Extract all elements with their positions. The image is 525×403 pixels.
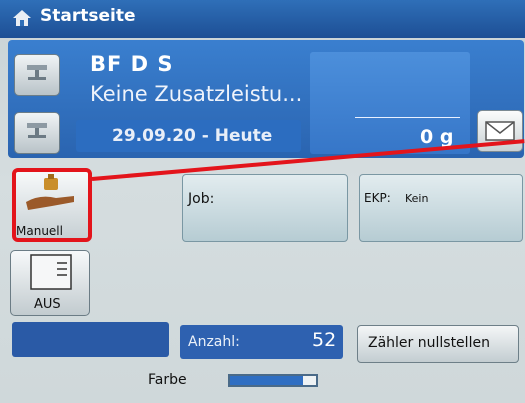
device-screen: Startseite BF D S Keine Zusatzleistu... …: [0, 0, 525, 403]
ekp-value: Kein: [405, 192, 429, 205]
count-value: 52: [312, 329, 337, 351]
manual-mode-label: Manuell: [16, 224, 63, 238]
product-code: BF D S: [90, 52, 174, 76]
date-range: 29.09.20 - Heute: [112, 126, 273, 146]
count-label: Anzahl:: [188, 334, 240, 350]
postal-scale-button[interactable]: [14, 54, 60, 96]
weight-divider: [355, 117, 460, 118]
weigh-settings-button[interactable]: [14, 112, 60, 154]
title-bar: Startseite: [0, 0, 525, 38]
page-title: Startseite: [40, 6, 136, 26]
off-label: AUS: [34, 297, 61, 312]
job-tile[interactable]: [182, 174, 348, 242]
empty-field: [12, 322, 169, 357]
service-text: Keine Zusatzleistu...: [90, 82, 303, 106]
reset-counter-label: Zähler nullstellen: [368, 335, 490, 351]
ekp-tile[interactable]: [359, 174, 523, 242]
ink-level-fill: [230, 376, 303, 385]
ink-label: Farbe: [148, 372, 187, 388]
hand-weight-icon: [26, 174, 74, 210]
job-label: Job:: [188, 191, 215, 207]
ekp-label: EKP:: [364, 191, 391, 205]
scale-icon: [27, 123, 47, 138]
home-icon[interactable]: [12, 8, 32, 28]
scale-icon: [27, 65, 47, 80]
list-icon: [30, 254, 72, 290]
weight-value: 0 g: [420, 126, 454, 148]
